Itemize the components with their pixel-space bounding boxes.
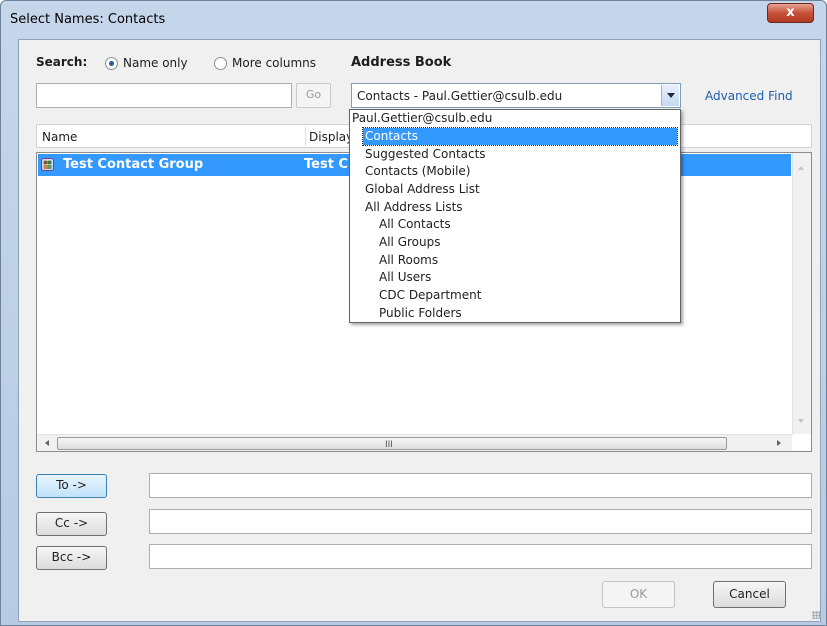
bcc-button[interactable]: Bcc -> [36, 546, 107, 570]
scroll-up-icon[interactable] [798, 166, 804, 170]
row-display-cell: Test C [304, 157, 348, 172]
to-field[interactable] [149, 473, 812, 498]
search-label: Search: [36, 55, 88, 69]
address-book-label: Address Book [351, 55, 452, 70]
address-book-select[interactable]: Contacts - Paul.Gettier@csulb.edu [351, 83, 681, 108]
bcc-field[interactable] [149, 544, 812, 569]
to-button[interactable]: To -> [36, 474, 107, 498]
ok-button[interactable]: OK [602, 581, 675, 608]
scroll-left-icon[interactable] [45, 440, 49, 446]
dropdown-item-global-address-list[interactable]: Global Address List [365, 181, 480, 198]
scroll-down-icon[interactable] [798, 419, 804, 423]
column-divider[interactable] [305, 127, 306, 146]
resize-grip-icon[interactable] [812, 611, 820, 619]
column-header-display[interactable]: Display [309, 130, 353, 144]
dropdown-item-all-contacts[interactable]: All Contacts [379, 216, 451, 233]
name-only-radio[interactable] [105, 57, 118, 70]
cancel-button[interactable]: Cancel [713, 581, 786, 608]
vertical-scrollbar[interactable] [792, 153, 811, 434]
dropdown-item-all-address-lists[interactable]: All Address Lists [365, 199, 463, 216]
chevron-down-icon[interactable] [661, 85, 679, 106]
more-columns-radio[interactable] [214, 57, 227, 70]
dropdown-item-suggested-contacts[interactable]: Suggested Contacts [365, 146, 486, 163]
column-header-name[interactable]: Name [42, 130, 77, 144]
address-book-dropdown: Paul.Gettier@csulb.edu Contacts Suggeste… [349, 109, 681, 323]
dropdown-item-cdc-department[interactable]: CDC Department [379, 287, 481, 304]
address-book-value: Contacts - Paul.Gettier@csulb.edu [357, 89, 563, 103]
close-button[interactable]: x [767, 3, 814, 23]
dropdown-item-all-groups[interactable]: All Groups [379, 234, 440, 251]
row-name-cell: Test Contact Group [63, 157, 204, 172]
horizontal-scroll-thumb[interactable]: III [57, 437, 727, 450]
more-columns-label[interactable]: More columns [232, 56, 316, 70]
dropdown-item-public-folders[interactable]: Public Folders [379, 305, 462, 322]
title-bar[interactable]: Select Names: Contacts x [1, 1, 826, 39]
dropdown-item-contacts[interactable]: Contacts [362, 127, 678, 146]
dropdown-item-account[interactable]: Paul.Gettier@csulb.edu [351, 110, 679, 127]
contact-group-icon [41, 158, 54, 171]
grip-icon: III [385, 440, 393, 450]
dropdown-item-all-rooms[interactable]: All Rooms [379, 252, 438, 269]
cc-field[interactable] [149, 509, 812, 534]
name-only-label[interactable]: Name only [123, 56, 188, 70]
dropdown-item-all-users[interactable]: All Users [379, 269, 431, 286]
scroll-right-icon[interactable] [777, 440, 781, 446]
cc-button[interactable]: Cc -> [36, 512, 107, 536]
advanced-find-link[interactable]: Advanced Find [705, 89, 793, 103]
horizontal-scrollbar[interactable]: III [37, 434, 792, 451]
dropdown-item-contacts-mobile[interactable]: Contacts (Mobile) [365, 163, 470, 180]
window-title: Select Names: Contacts [10, 12, 166, 27]
go-button[interactable]: Go [296, 83, 331, 108]
search-input[interactable] [36, 83, 292, 108]
